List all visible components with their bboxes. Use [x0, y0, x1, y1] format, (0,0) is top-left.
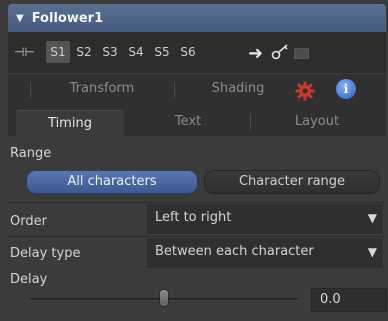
arrow-right-icon[interactable]: ➜	[248, 43, 263, 64]
pin-icon[interactable]: ⊣⊢	[14, 45, 35, 59]
chevron-down-icon: ▼	[367, 245, 377, 259]
tool-title: Follower1	[31, 10, 104, 26]
tab-text[interactable]: Text	[138, 110, 238, 134]
chevron-down-icon: ▼	[367, 211, 377, 225]
character-range-button[interactable]: Character range	[204, 170, 380, 194]
tab-timing[interactable]: Timing	[16, 110, 124, 137]
version-s5[interactable]: S5	[150, 41, 174, 63]
delay-value: 0.0	[320, 292, 341, 307]
order-label: Order	[10, 214, 47, 229]
delay-value-field[interactable]: 0.0	[311, 288, 387, 312]
gear-icon[interactable]	[294, 80, 316, 102]
range-label: Range	[10, 146, 52, 161]
all-characters-button[interactable]: All characters	[26, 170, 198, 194]
key-icon[interactable]	[270, 43, 290, 61]
order-dropdown[interactable]: Left to right ▼	[147, 204, 383, 234]
order-value: Left to right	[155, 210, 232, 225]
version-strip: ⊣⊢ S1 S2 S3 S4 S5 S6 ➜	[8, 32, 386, 73]
delay-type-dropdown[interactable]: Between each character ▼	[147, 238, 383, 268]
version-s4[interactable]: S4	[124, 41, 148, 63]
version-s3[interactable]: S3	[98, 41, 122, 63]
tab-shading[interactable]: Shading	[188, 81, 288, 96]
divider	[8, 202, 386, 203]
delay-type-label: Delay type	[10, 246, 81, 261]
tool-header[interactable]: ▼ Follower1	[8, 4, 386, 32]
version-s2[interactable]: S2	[72, 41, 96, 63]
inspector-panel: ▼ Follower1 ⊣⊢ S1 S2 S3 S4 S5 S6 ➜ Trans…	[0, 0, 388, 321]
monitor-icon[interactable]	[294, 48, 309, 59]
tab-transform[interactable]: Transform	[42, 81, 162, 96]
delay-slider-handle[interactable]	[160, 290, 168, 306]
info-icon[interactable]: i	[336, 79, 356, 99]
triangle-down-icon[interactable]: ▼	[16, 13, 24, 24]
tab-divider	[250, 114, 251, 130]
divider	[8, 236, 386, 237]
version-s6[interactable]: S6	[176, 41, 200, 63]
tab-row-top: Transform Shading i	[8, 74, 386, 106]
tab-divider	[30, 82, 31, 98]
tab-layout[interactable]: Layout	[262, 110, 372, 134]
delay-type-value: Between each character	[155, 244, 314, 259]
delay-label: Delay	[10, 272, 48, 287]
tab-row-bottom: Timing Text Layout	[8, 106, 386, 137]
version-s1[interactable]: S1	[46, 41, 70, 63]
tab-divider	[174, 82, 175, 98]
